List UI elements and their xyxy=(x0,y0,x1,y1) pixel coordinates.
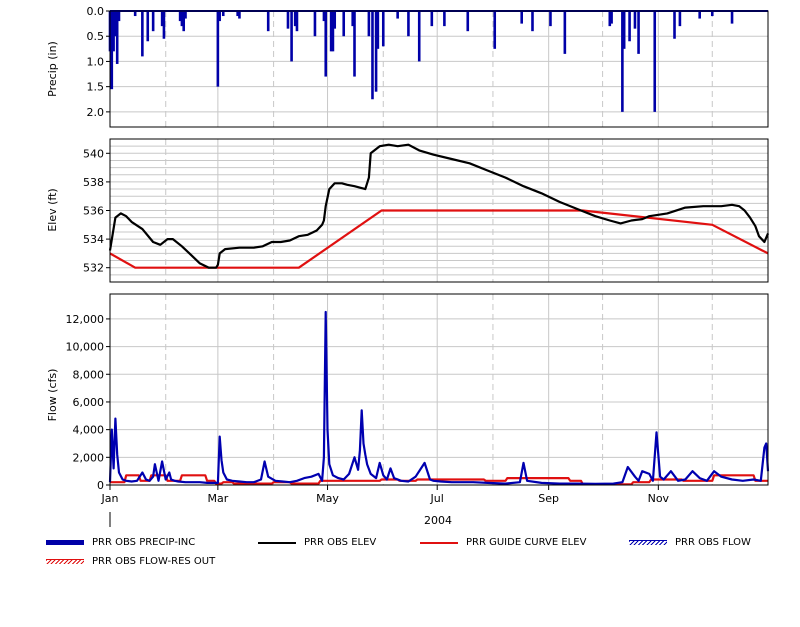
y-tick-label: 2,000 xyxy=(73,451,105,464)
hydrograph-chart: 0.00.51.01.52.0Precip (in) 5325345365385… xyxy=(46,5,770,527)
legend-resout-label: PRR OBS FLOW-RES OUT xyxy=(92,556,216,567)
x-tick-label: Jul xyxy=(430,492,444,505)
legend-flow: PRR OBS FLOW xyxy=(629,537,751,548)
y-tick-label: 1.0 xyxy=(87,55,105,68)
legend-precip: PRR OBS PRECIP-INC xyxy=(46,537,195,548)
precip-bar xyxy=(290,11,293,62)
legend-flow-swatch xyxy=(629,540,667,545)
precip-bar xyxy=(633,11,637,29)
legend-guide-label: PRR GUIDE CURVE ELEV xyxy=(466,537,587,548)
precip-bar xyxy=(563,11,567,54)
precip-bar xyxy=(381,11,385,47)
x-tick-label: Jan xyxy=(101,492,119,505)
precip-bar xyxy=(295,11,299,32)
x-tick-label: May xyxy=(316,492,339,505)
precip-bar xyxy=(493,11,497,49)
y-tick-label: 6,000 xyxy=(73,396,105,409)
y-tick-label: 1.5 xyxy=(87,81,105,94)
y-tick-label: 0.5 xyxy=(87,30,105,43)
precip-bar xyxy=(622,11,626,49)
precip-bar xyxy=(466,11,470,32)
precip-bar xyxy=(184,11,187,19)
precip-bar xyxy=(216,11,220,87)
precip-bar xyxy=(117,11,121,22)
legend-resout: PRR OBS FLOW-RES OUT xyxy=(46,556,215,567)
precip-bar xyxy=(628,11,631,42)
plot-area xyxy=(110,11,768,127)
precip-bar xyxy=(324,11,328,77)
precip-bar xyxy=(443,11,446,27)
precip-bar xyxy=(342,11,346,37)
elevation-panel: 532 534 536 538 540 Elev (ft) xyxy=(46,138,770,283)
precip-bar xyxy=(146,11,150,42)
y-tick-label: 540 xyxy=(83,147,104,160)
y-tick-label: 10,000 xyxy=(66,341,105,354)
year-label: 2004 xyxy=(424,514,452,527)
precip-bar xyxy=(710,11,714,17)
precip-bar xyxy=(610,11,613,24)
x-tick-label: Sep xyxy=(538,492,559,505)
precip-bar xyxy=(396,11,399,19)
y-tick-label: 12,000 xyxy=(66,313,105,326)
precip-bar xyxy=(678,11,682,27)
y-tick-label: 2.0 xyxy=(87,106,105,119)
precip-bar xyxy=(266,11,270,32)
precip-bar xyxy=(653,11,657,112)
legend-elev-label: PRR OBS ELEV xyxy=(304,537,377,548)
y-tick-label: 8,000 xyxy=(73,368,105,381)
y-axis-label: Elev (ft) xyxy=(46,188,59,231)
precip-bar xyxy=(371,11,374,100)
precip-bar xyxy=(417,11,421,62)
y-axis-label: Flow (cfs) xyxy=(46,369,59,422)
flow-panel: 0 2,000 4,000 6,000 8,000 10,000 12,000 Flow (c… xyxy=(46,293,770,492)
precip-bar xyxy=(673,11,676,39)
y-tick-label: 532 xyxy=(83,262,104,275)
legend-guide: PRR GUIDE CURVE ELEV xyxy=(420,537,586,548)
precip-bar xyxy=(549,11,552,27)
legend-flow-label: PRR OBS FLOW xyxy=(675,537,751,548)
precip-bar xyxy=(133,11,137,17)
precip-bar xyxy=(531,11,534,32)
y-tick-label: 0 xyxy=(97,479,104,492)
x-tick-label: Nov xyxy=(648,492,670,505)
legend-precip-label: PRR OBS PRECIP-INC xyxy=(92,537,196,548)
plot-area xyxy=(110,294,768,485)
precip-bar xyxy=(430,11,434,27)
precip-panel: 0.0 0.5 1.0 1.5 2.0 Precip (in) xyxy=(46,5,769,128)
y-tick-label: 4,000 xyxy=(73,424,105,437)
legend-elev: PRR OBS ELEV xyxy=(258,537,376,548)
y-axis-label: Precip (in) xyxy=(46,41,59,97)
y-tick-label: 536 xyxy=(83,205,104,218)
precip-bar xyxy=(162,11,166,39)
precip-bar xyxy=(221,11,225,17)
precip-bar xyxy=(637,11,640,54)
precip-bar xyxy=(353,11,356,77)
precip-bar xyxy=(141,11,144,57)
precip-bar xyxy=(238,11,241,19)
legend-resout-swatch xyxy=(46,559,84,564)
precip-bar xyxy=(286,11,290,29)
precip-bar xyxy=(407,11,410,37)
precip-bar xyxy=(520,11,523,24)
precip-bar xyxy=(151,11,155,32)
x-tick-label: Mar xyxy=(207,492,228,505)
legend-precip-swatch xyxy=(46,540,84,545)
precip-bar xyxy=(333,11,337,29)
legend-elev-swatch xyxy=(258,541,296,544)
y-tick-label: 538 xyxy=(83,176,104,189)
precip-bar xyxy=(376,11,380,49)
y-tick-label: 0.0 xyxy=(87,5,105,18)
precip-bar xyxy=(367,11,371,37)
precip-bar xyxy=(698,11,701,19)
legend-guide-swatch xyxy=(420,541,458,544)
x-axis: 2004 Jan Mar May Jul Sep Nov xyxy=(101,485,670,527)
y-tick-label: 534 xyxy=(83,233,104,246)
precip-bar xyxy=(730,11,734,24)
precip-bar xyxy=(313,11,317,37)
precip-bar xyxy=(218,11,221,22)
